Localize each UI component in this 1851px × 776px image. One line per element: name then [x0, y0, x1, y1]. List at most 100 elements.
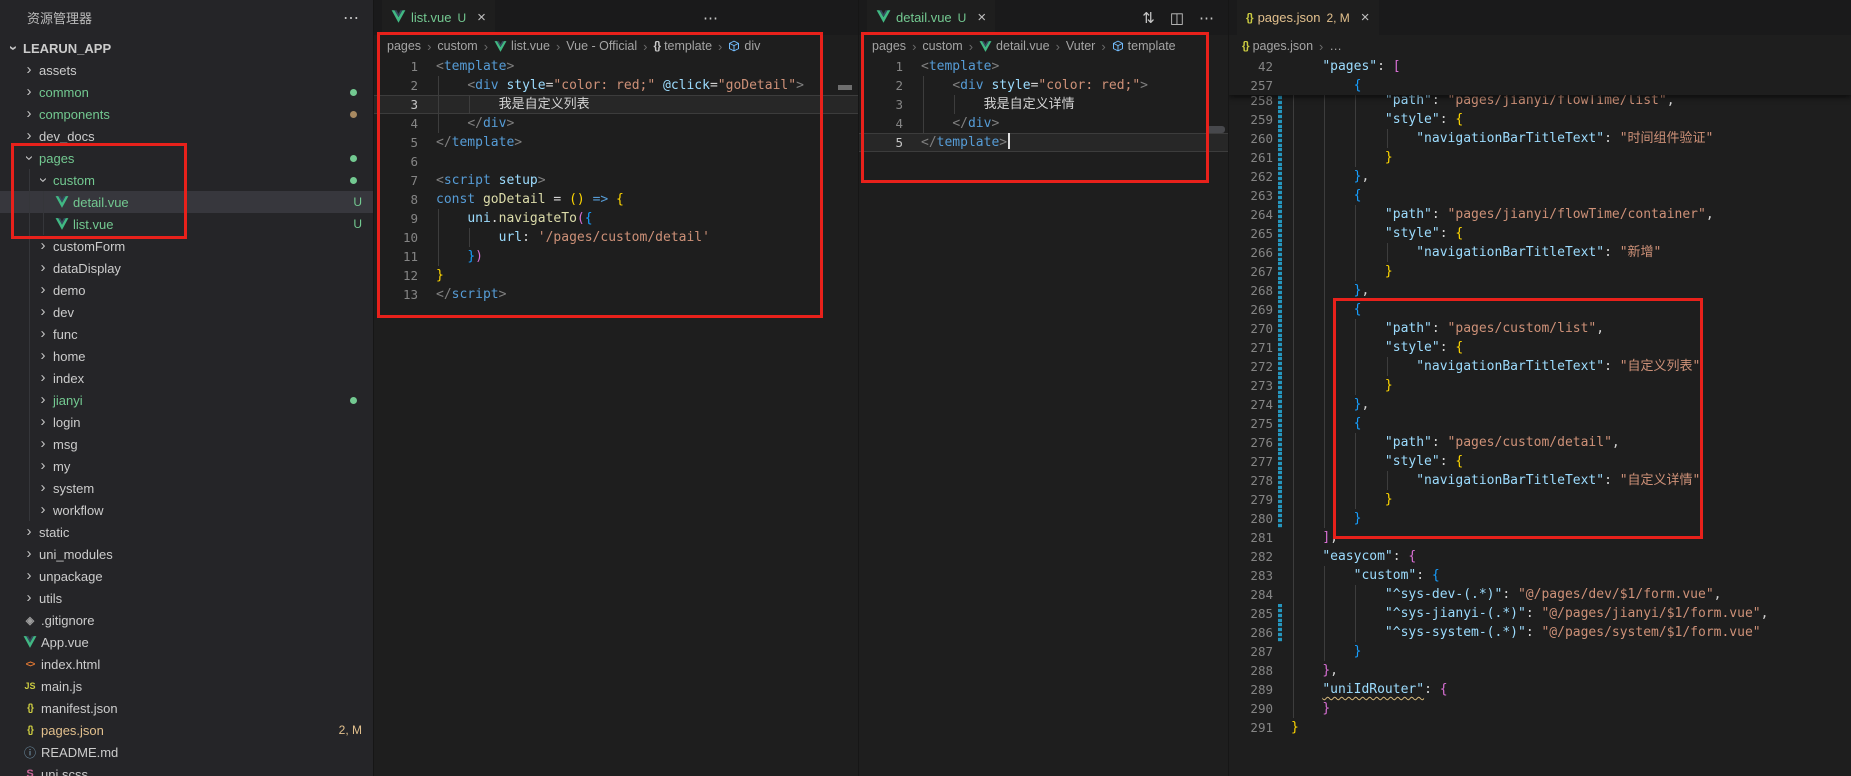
tree-item-login[interactable]: ›login	[0, 411, 373, 433]
tree-item-index[interactable]: ›index	[0, 367, 373, 389]
code-line-280[interactable]: 280 }	[1229, 509, 1851, 528]
chevron-collapsed-icon[interactable]: ›	[22, 85, 36, 99]
code-line-275[interactable]: 275 {	[1229, 414, 1851, 433]
code-line-267[interactable]: 267 }	[1229, 262, 1851, 281]
tree-item-demo[interactable]: ›demo	[0, 279, 373, 301]
code-line-287[interactable]: 287 }	[1229, 642, 1851, 661]
tree-item-detail.vue[interactable]: detail.vueU	[0, 191, 373, 213]
tree-item-README.md[interactable]: ⓘREADME.md	[0, 741, 373, 763]
code-line-270[interactable]: 270 "path": "pages/custom/list",	[1229, 319, 1851, 338]
code-line-269[interactable]: 269 {	[1229, 300, 1851, 319]
code-line-273[interactable]: 273 }	[1229, 376, 1851, 395]
chevron-collapsed-icon[interactable]: ›	[22, 547, 36, 561]
chevron-collapsed-icon[interactable]: ›	[36, 503, 50, 517]
code-line-2[interactable]: 2 <div style="color: red;">	[859, 76, 1228, 95]
breadcrumb-item[interactable]: pages	[387, 39, 421, 53]
tree-item-home[interactable]: ›home	[0, 345, 373, 367]
chevron-collapsed-icon[interactable]: ›	[36, 437, 50, 451]
code-line-4[interactable]: 4 </div>	[859, 114, 1228, 133]
code-line-261[interactable]: 261 }	[1229, 148, 1851, 167]
more-actions-icon[interactable]: ⋯	[1199, 9, 1214, 27]
tree-item-index.html[interactable]: <>index.html	[0, 653, 373, 675]
breadcrumb-item[interactable]: list.vue	[494, 39, 550, 53]
chevron-collapsed-icon[interactable]: ›	[22, 129, 36, 143]
tree-item-unpackage[interactable]: ›unpackage	[0, 565, 373, 587]
code-line-9[interactable]: 9 uni.navigateTo({	[374, 209, 858, 228]
code-line-10[interactable]: 10 url: '/pages/custom/detail'	[374, 228, 858, 247]
code-line-276[interactable]: 276 "path": "pages/custom/detail",	[1229, 433, 1851, 452]
code-line-3[interactable]: 3 我是自定义列表	[374, 95, 858, 114]
chevron-collapsed-icon[interactable]: ›	[22, 525, 36, 539]
tree-item-App.vue[interactable]: App.vue	[0, 631, 373, 653]
code-line-1[interactable]: 1<template>	[374, 57, 858, 76]
code-line-268[interactable]: 268 },	[1229, 281, 1851, 300]
code-line-1[interactable]: 1<template>	[859, 57, 1228, 76]
code-line-8[interactable]: 8const goDetail = () => {	[374, 190, 858, 209]
tree-item-static[interactable]: ›static	[0, 521, 373, 543]
chevron-collapsed-icon[interactable]: ›	[36, 305, 50, 319]
tree-item-customForm[interactable]: ›customForm	[0, 235, 373, 257]
code-line-274[interactable]: 274 },	[1229, 395, 1851, 414]
chevron-collapsed-icon[interactable]: ›	[36, 481, 50, 495]
tree-item-func[interactable]: ›func	[0, 323, 373, 345]
breadcrumb-item[interactable]: detail.vue	[979, 39, 1050, 53]
chevron-collapsed-icon[interactable]: ›	[22, 63, 36, 77]
code-line-263[interactable]: 263 {	[1229, 186, 1851, 205]
code-line-4[interactable]: 4 </div>	[374, 114, 858, 133]
code-editor-detail-vue[interactable]: 1<template>2 <div style="color: red;">3 …	[859, 57, 1228, 152]
code-line-271[interactable]: 271 "style": {	[1229, 338, 1851, 357]
tree-item-LEARUN_APP[interactable]: ›LEARUN_APP	[0, 37, 373, 59]
code-line-2[interactable]: 2 <div style="color: red;" @click="goDet…	[374, 76, 858, 95]
chevron-collapsed-icon[interactable]: ›	[36, 415, 50, 429]
code-line-42[interactable]: 42 "pages": [	[1229, 57, 1851, 76]
tree-item-pages.json[interactable]: {}pages.json2, M	[0, 719, 373, 741]
code-line-257[interactable]: 257 {	[1229, 76, 1851, 95]
tab-list-vue[interactable]: list.vue U ×	[382, 0, 495, 35]
tree-item-.gitignore[interactable]: ◈.gitignore	[0, 609, 373, 631]
chevron-expanded-icon[interactable]: ›	[6, 41, 20, 55]
chevron-expanded-icon[interactable]: ›	[36, 173, 50, 187]
code-line-285[interactable]: 285 "^sys-jianyi-(.*)": "@/pages/jianyi/…	[1229, 604, 1851, 623]
code-line-260[interactable]: 260 "navigationBarTitleText": "时间组件验证"	[1229, 129, 1851, 148]
more-actions-icon[interactable]: ⋯	[343, 8, 359, 28]
breadcrumb-item[interactable]: div	[728, 39, 760, 53]
code-line-286[interactable]: 286 "^sys-system-(.*)": "@/pages/system/…	[1229, 623, 1851, 642]
code-line-290[interactable]: 290 }	[1229, 699, 1851, 718]
breadcrumb-item[interactable]: custom	[437, 39, 477, 53]
code-line-5[interactable]: 5</template>	[859, 133, 1228, 152]
tree-item-common[interactable]: ›common	[0, 81, 373, 103]
chevron-collapsed-icon[interactable]: ›	[36, 327, 50, 341]
code-line-3[interactable]: 3 我是自定义详情	[859, 95, 1228, 114]
breadcrumb-item[interactable]: Vuter	[1066, 39, 1095, 53]
breadcrumb-item[interactable]: {}template	[654, 39, 713, 53]
tree-item-assets[interactable]: ›assets	[0, 59, 373, 81]
code-line-264[interactable]: 264 "path": "pages/jianyi/flowTime/conta…	[1229, 205, 1851, 224]
code-line-288[interactable]: 288 },	[1229, 661, 1851, 680]
tree-item-manifest.json[interactable]: {}manifest.json	[0, 697, 373, 719]
code-editor-pages-json[interactable]: 42 "pages": [257 { 258 "path": "pages/ji…	[1229, 57, 1851, 737]
code-line-11[interactable]: 11 })	[374, 247, 858, 266]
tree-item-jianyi[interactable]: ›jianyi	[0, 389, 373, 411]
chevron-collapsed-icon[interactable]: ›	[36, 393, 50, 407]
tree-item-msg[interactable]: ›msg	[0, 433, 373, 455]
code-line-277[interactable]: 277 "style": {	[1229, 452, 1851, 471]
code-editor-list-vue[interactable]: 1<template>2 <div style="color: red;" @c…	[374, 57, 858, 304]
code-line-266[interactable]: 266 "navigationBarTitleText": "新增"	[1229, 243, 1851, 262]
breadcrumb-item[interactable]: custom	[922, 39, 962, 53]
breadcrumb-item[interactable]: pages	[872, 39, 906, 53]
tree-item-utils[interactable]: ›utils	[0, 587, 373, 609]
code-line-6[interactable]: 6	[374, 152, 858, 171]
code-line-7[interactable]: 7<script setup>	[374, 171, 858, 190]
breadcrumb-item[interactable]: Vue - Official	[566, 39, 637, 53]
more-actions-icon[interactable]: ⋯	[703, 9, 718, 27]
close-icon[interactable]: ×	[977, 10, 986, 25]
breadcrumb-item[interactable]: template	[1112, 39, 1176, 53]
close-icon[interactable]: ×	[1361, 10, 1370, 25]
tree-item-uni_modules[interactable]: ›uni_modules	[0, 543, 373, 565]
chevron-expanded-icon[interactable]: ›	[22, 151, 36, 165]
tab-pages-json[interactable]: {} pages.json 2, M ×	[1237, 0, 1379, 35]
split-editor-icon[interactable]: ◫	[1170, 9, 1184, 27]
code-line-265[interactable]: 265 "style": {	[1229, 224, 1851, 243]
code-line-259[interactable]: 259 "style": {	[1229, 110, 1851, 129]
tree-item-list.vue[interactable]: list.vueU	[0, 213, 373, 235]
